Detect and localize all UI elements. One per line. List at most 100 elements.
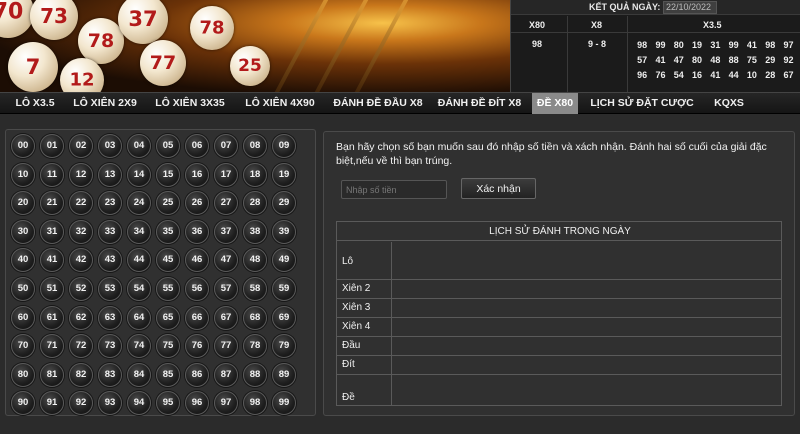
number-button-70[interactable]: 70	[11, 334, 35, 359]
number-button-25[interactable]: 25	[156, 191, 180, 216]
number-button-55[interactable]: 55	[156, 277, 180, 301]
number-button-71[interactable]: 71	[40, 334, 64, 359]
number-button-18[interactable]: 18	[243, 162, 267, 187]
number-button-41[interactable]: 41	[40, 248, 64, 273]
number-button-79[interactable]: 79	[272, 334, 296, 359]
number-button-16[interactable]: 16	[185, 162, 209, 187]
nav-tab-6[interactable]: ĐÁNH ĐỀ ĐÍT X8	[432, 93, 527, 114]
number-button-76[interactable]: 76	[185, 334, 209, 359]
number-button-72[interactable]: 72	[69, 334, 93, 359]
number-button-30[interactable]: 30	[11, 219, 35, 244]
number-button-61[interactable]: 61	[40, 305, 64, 330]
number-button-07[interactable]: 07	[214, 134, 238, 158]
number-button-78[interactable]: 78	[243, 334, 267, 359]
nav-tab-1[interactable]: LÔ X3.5	[7, 93, 63, 114]
nav-tab-9[interactable]: KQXS	[705, 93, 753, 114]
number-button-83[interactable]: 83	[98, 362, 122, 387]
number-button-92[interactable]: 92	[69, 391, 93, 416]
results-date-field[interactable]: 22/10/2022	[663, 1, 717, 14]
number-button-65[interactable]: 65	[156, 305, 180, 330]
number-button-42[interactable]: 42	[69, 248, 93, 273]
number-button-99[interactable]: 99	[272, 391, 296, 416]
nav-tab-5[interactable]: ĐÁNH ĐỀ ĐẦU X8	[327, 93, 429, 114]
number-button-12[interactable]: 12	[69, 162, 93, 187]
number-button-14[interactable]: 14	[127, 162, 151, 187]
number-button-10[interactable]: 10	[11, 162, 35, 187]
number-button-32[interactable]: 32	[69, 219, 93, 244]
number-button-09[interactable]: 09	[272, 134, 296, 158]
number-button-68[interactable]: 68	[243, 305, 267, 330]
number-button-51[interactable]: 51	[40, 277, 64, 301]
number-button-91[interactable]: 91	[40, 391, 64, 416]
number-button-63[interactable]: 63	[98, 305, 122, 330]
number-button-44[interactable]: 44	[127, 248, 151, 273]
number-button-28[interactable]: 28	[243, 191, 267, 216]
number-button-85[interactable]: 85	[156, 362, 180, 387]
number-button-86[interactable]: 86	[185, 362, 209, 387]
number-button-80[interactable]: 80	[11, 362, 35, 387]
number-button-01[interactable]: 01	[40, 134, 64, 158]
number-button-05[interactable]: 05	[156, 134, 180, 158]
number-button-06[interactable]: 06	[185, 134, 209, 158]
number-button-33[interactable]: 33	[98, 219, 122, 244]
number-button-75[interactable]: 75	[156, 334, 180, 359]
number-button-17[interactable]: 17	[214, 162, 238, 187]
number-button-04[interactable]: 04	[127, 134, 151, 158]
number-button-74[interactable]: 74	[127, 334, 151, 359]
number-button-82[interactable]: 82	[69, 362, 93, 387]
number-button-69[interactable]: 69	[272, 305, 296, 330]
number-button-19[interactable]: 19	[272, 162, 296, 187]
number-button-48[interactable]: 48	[243, 248, 267, 273]
number-button-24[interactable]: 24	[127, 191, 151, 216]
number-button-53[interactable]: 53	[98, 277, 122, 301]
number-button-34[interactable]: 34	[127, 219, 151, 244]
number-button-40[interactable]: 40	[11, 248, 35, 273]
number-button-20[interactable]: 20	[11, 191, 35, 216]
number-button-66[interactable]: 66	[185, 305, 209, 330]
number-button-08[interactable]: 08	[243, 134, 267, 158]
nav-tab-7[interactable]: ĐỀ X80	[532, 93, 578, 114]
number-button-37[interactable]: 37	[214, 219, 238, 244]
number-button-77[interactable]: 77	[214, 334, 238, 359]
number-button-90[interactable]: 90	[11, 391, 35, 416]
number-button-96[interactable]: 96	[185, 391, 209, 416]
number-button-26[interactable]: 26	[185, 191, 209, 216]
number-button-45[interactable]: 45	[156, 248, 180, 273]
number-button-11[interactable]: 11	[40, 162, 64, 187]
number-button-31[interactable]: 31	[40, 219, 64, 244]
number-button-87[interactable]: 87	[214, 362, 238, 387]
number-button-13[interactable]: 13	[98, 162, 122, 187]
number-button-15[interactable]: 15	[156, 162, 180, 187]
amount-input[interactable]	[341, 180, 447, 199]
nav-tab-3[interactable]: LÔ XIÊN 3X35	[147, 93, 233, 114]
number-button-73[interactable]: 73	[98, 334, 122, 359]
number-button-00[interactable]: 00	[11, 134, 35, 158]
number-button-94[interactable]: 94	[127, 391, 151, 416]
number-button-38[interactable]: 38	[243, 219, 267, 244]
number-button-93[interactable]: 93	[98, 391, 122, 416]
number-button-27[interactable]: 27	[214, 191, 238, 216]
number-button-98[interactable]: 98	[243, 391, 267, 416]
number-button-39[interactable]: 39	[272, 219, 296, 244]
number-button-46[interactable]: 46	[185, 248, 209, 273]
number-button-88[interactable]: 88	[243, 362, 267, 387]
number-button-03[interactable]: 03	[98, 134, 122, 158]
number-button-56[interactable]: 56	[185, 277, 209, 301]
number-button-50[interactable]: 50	[11, 277, 35, 301]
number-button-59[interactable]: 59	[272, 277, 296, 301]
number-button-52[interactable]: 52	[69, 277, 93, 301]
number-button-22[interactable]: 22	[69, 191, 93, 216]
confirm-button[interactable]: Xác nhận	[461, 178, 536, 199]
number-button-67[interactable]: 67	[214, 305, 238, 330]
number-button-36[interactable]: 36	[185, 219, 209, 244]
nav-tab-4[interactable]: LÔ XIÊN 4X90	[236, 93, 324, 114]
number-button-81[interactable]: 81	[40, 362, 64, 387]
number-button-02[interactable]: 02	[69, 134, 93, 158]
nav-tab-8[interactable]: LỊCH SỬ ĐẶT CƯỢC	[584, 93, 700, 114]
nav-tab-2[interactable]: LÔ XIÊN 2X9	[67, 93, 143, 114]
number-button-43[interactable]: 43	[98, 248, 122, 273]
number-button-58[interactable]: 58	[243, 277, 267, 301]
number-button-21[interactable]: 21	[40, 191, 64, 216]
number-button-47[interactable]: 47	[214, 248, 238, 273]
number-button-49[interactable]: 49	[272, 248, 296, 273]
